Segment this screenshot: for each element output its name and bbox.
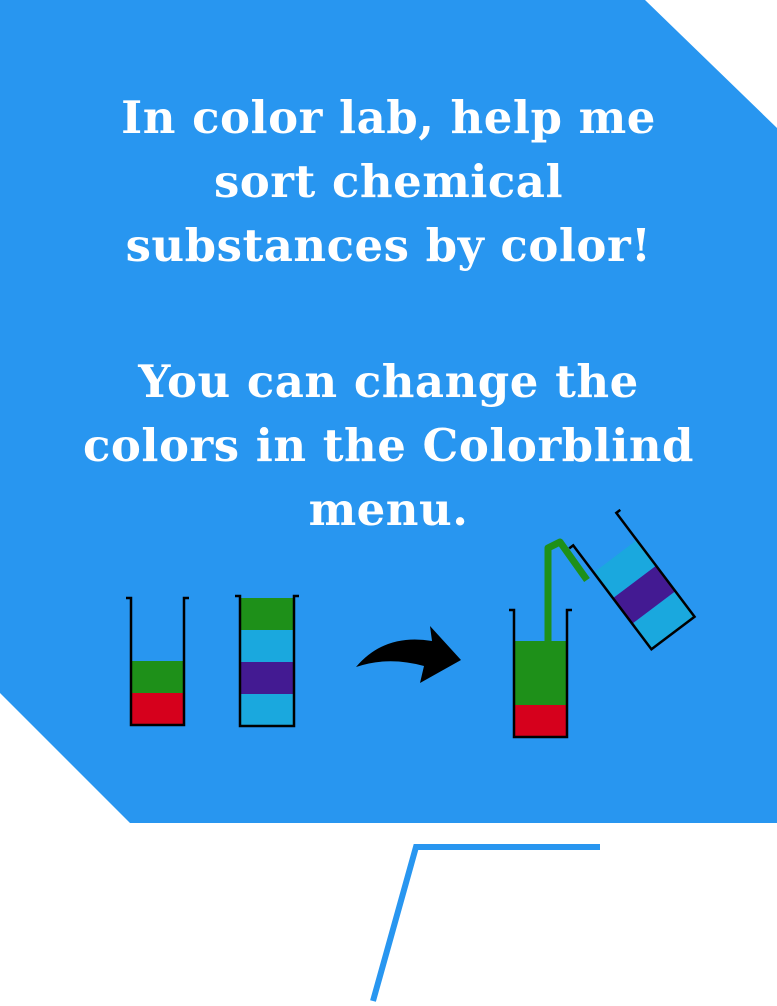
tutorial-message: In color lab, help me sort chemical subs… — [60, 86, 717, 278]
liquid-green — [514, 641, 567, 705]
message-line: In color lab, help me — [121, 91, 656, 144]
tube-before-right — [235, 594, 299, 728]
message-line: substances by color! — [125, 219, 652, 272]
tutorial-screen: In color lab, help me sort chemical subs… — [0, 0, 777, 1006]
liquid-green — [240, 598, 294, 630]
liquid-purple — [240, 662, 294, 694]
hint-line: menu. — [308, 483, 469, 536]
liquid-cyan — [240, 694, 294, 726]
hint-line: colors in the Colorblind — [83, 419, 694, 472]
speech-tail — [370, 844, 600, 1002]
liquid-red — [131, 693, 184, 725]
liquid-cyan — [240, 630, 294, 662]
message-line: sort chemical — [213, 155, 564, 208]
hint-line: You can change the — [138, 355, 639, 408]
colorblind-hint: You can change the colors in the Colorbl… — [60, 350, 717, 542]
liquid-red — [514, 705, 567, 737]
liquid-green — [131, 661, 184, 693]
